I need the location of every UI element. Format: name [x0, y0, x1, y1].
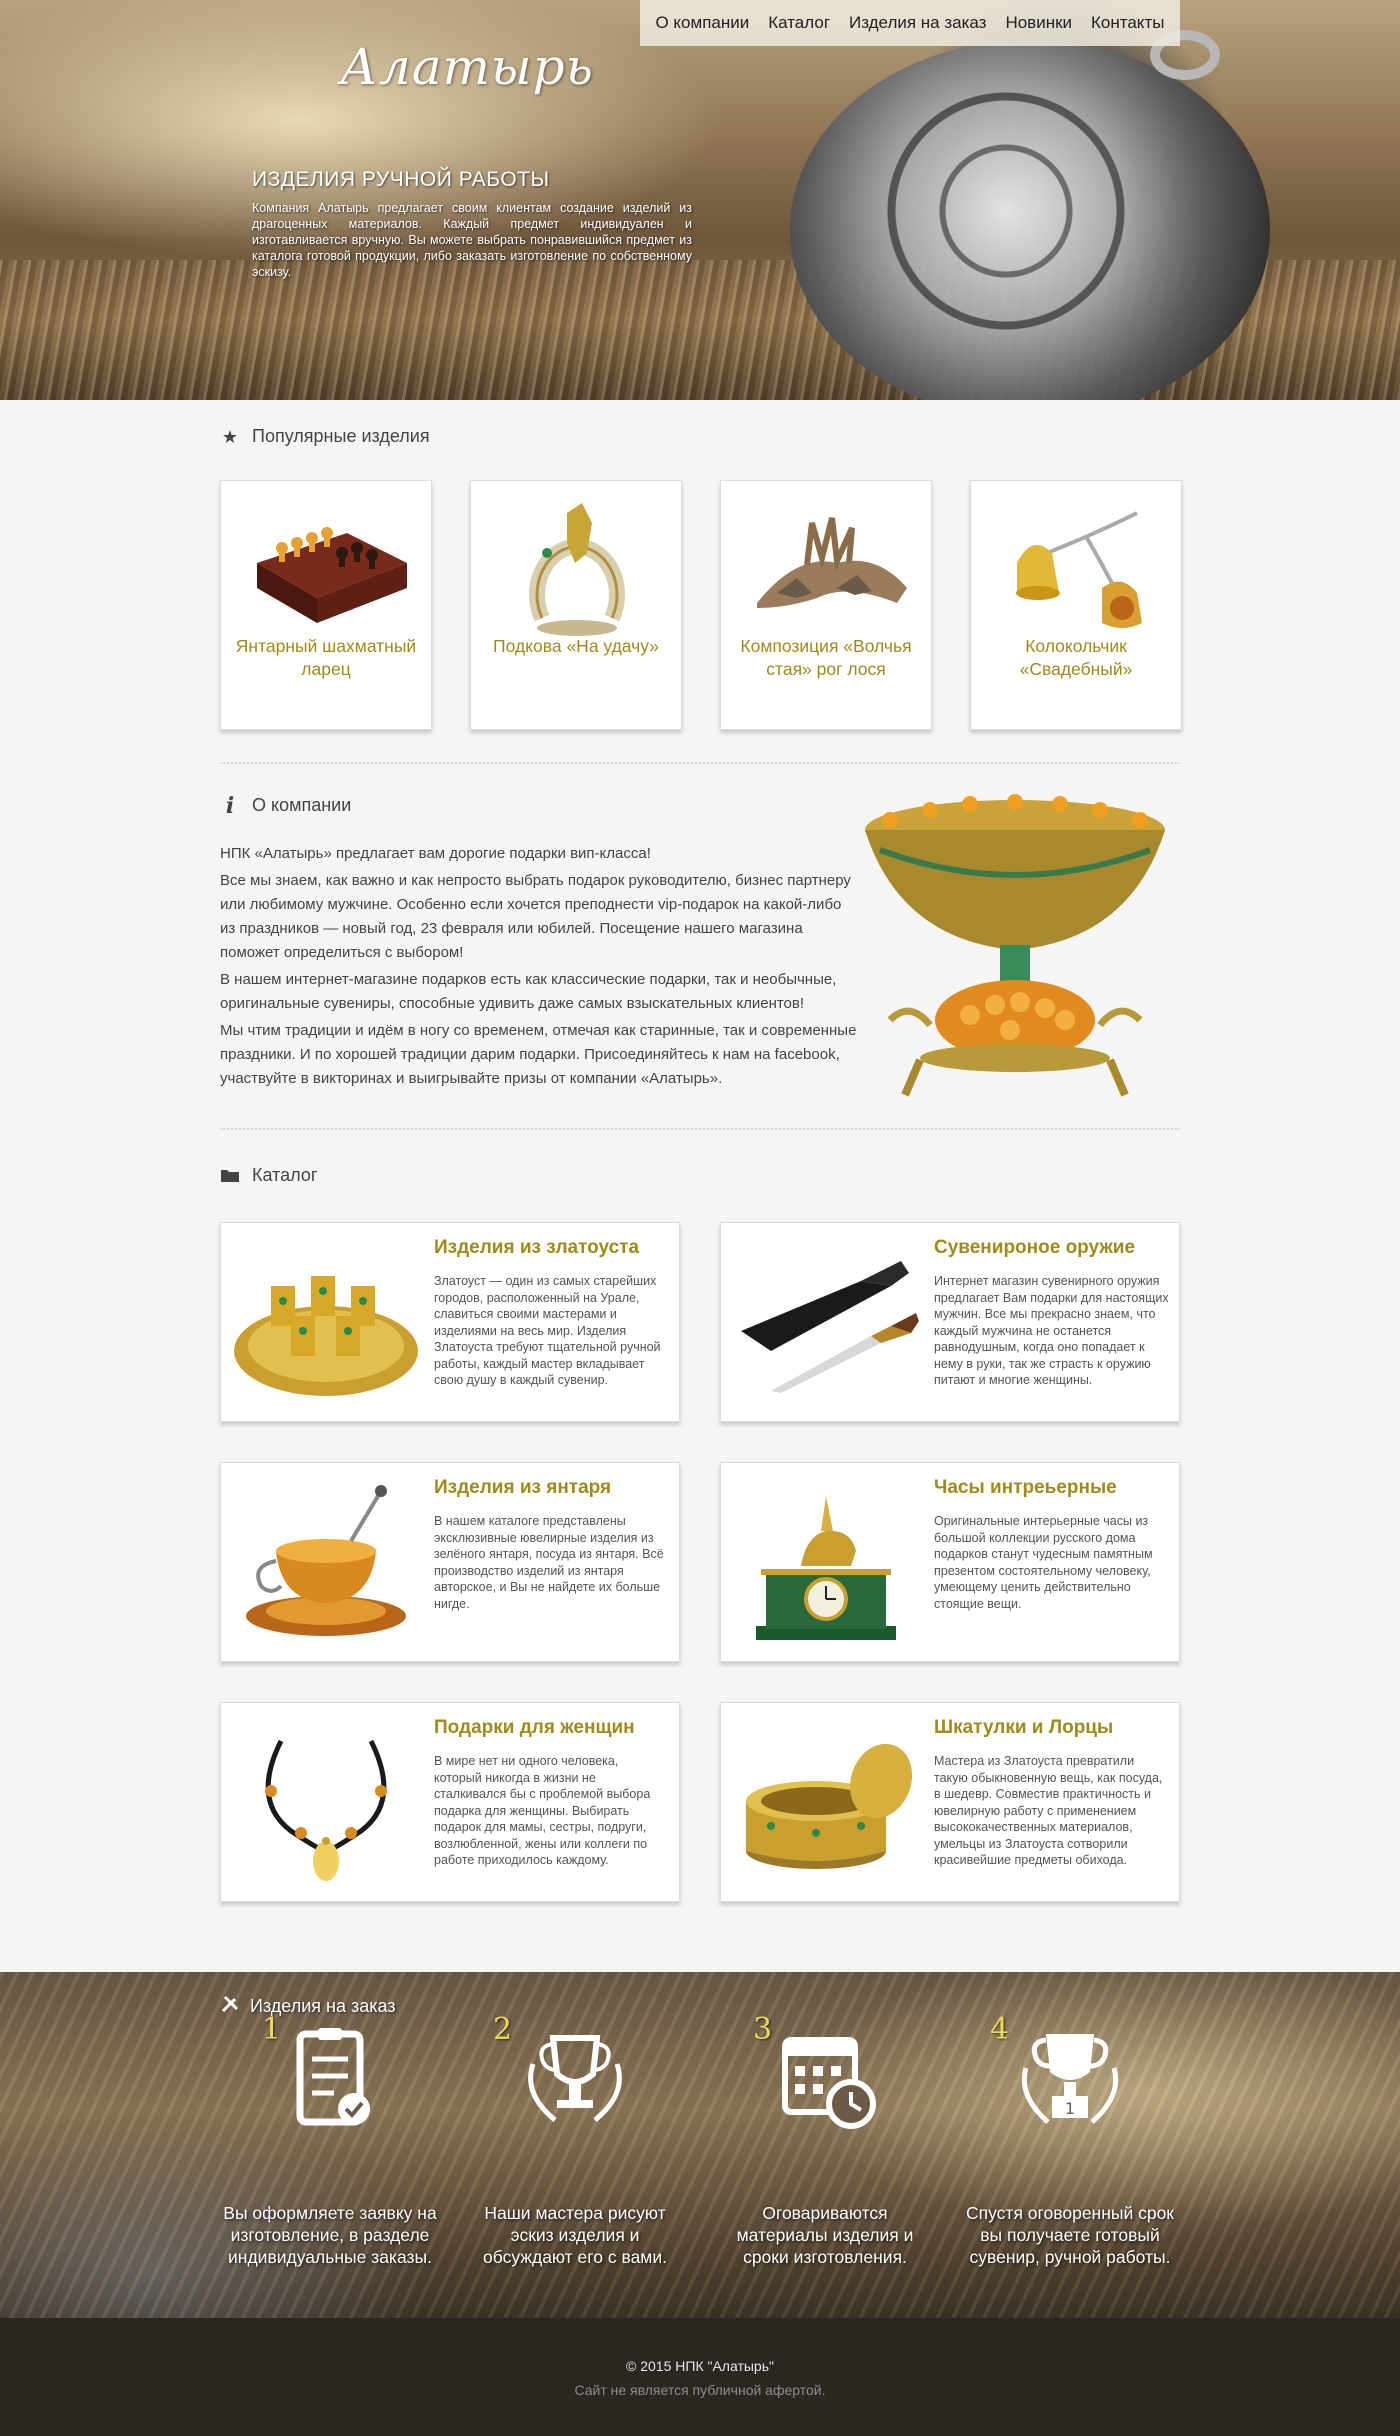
catalog-item-desc: В нашем каталоге представлены эксклюзивн… — [434, 1514, 664, 1611]
step-number: 4 — [990, 2012, 1010, 2047]
site-logo[interactable]: Алатырь — [340, 38, 594, 96]
step-text: Наши мастера рисуют эскиз изделия и обсу… — [483, 2203, 667, 2267]
trophy-first-icon: 1 — [1021, 2034, 1119, 2124]
step-text: Вы оформляете заявку на изготовление, в … — [223, 2203, 437, 2267]
nav-contacts[interactable]: Контакты — [1091, 13, 1164, 33]
about-paragraph: НПК «Алатырь» предлагает вам дорогие под… — [220, 845, 651, 862]
trophy-laurel-icon — [528, 2035, 622, 2122]
jewel-box-image — [746, 1743, 913, 1869]
clipboard-check-icon — [296, 2028, 370, 2126]
nav-custom-orders[interactable]: Изделия на заказ — [849, 13, 986, 33]
catalog-item-title[interactable]: Сувенироное оружие — [934, 1237, 1135, 1259]
about-title: О компании — [252, 795, 352, 815]
custom-order-section: Изделия на заказ 1 Вы оформляете заявку … — [0, 1972, 1400, 2318]
info-icon: i — [225, 792, 235, 819]
wedding-bell-image — [1016, 511, 1142, 628]
antler-composition-image — [757, 517, 907, 608]
popular-item-label[interactable]: Янтарный шахматный ларец — [229, 635, 423, 681]
calendar-clock-icon — [782, 2037, 876, 2129]
section-divider — [220, 762, 1180, 764]
catalog-item[interactable]: Изделия из златоуста Златоуст — один из … — [220, 1222, 680, 1422]
footer: © 2015 НПК "Алатырь" Сайт не является пу… — [0, 2318, 1400, 2436]
order-background-texture — [0, 1972, 1400, 2318]
svg-text:1: 1 — [1065, 2099, 1075, 2118]
popular-item-label[interactable]: Колокольчик «Свадебный» — [979, 635, 1173, 681]
catalog-item[interactable]: Шкатулки и Лорцы Мастера из Златоуста пр… — [720, 1702, 1180, 1902]
folder-icon — [220, 1166, 240, 1186]
footer-note: Сайт не является публичной афертой. — [574, 2382, 826, 2398]
popular-item[interactable]: Колокольчик «Свадебный» — [970, 480, 1182, 730]
hero-title: ИЗДЕЛИЯ РУЧНОЙ РАБОТЫ — [252, 168, 550, 191]
catalog-item[interactable]: Изделия из янтаря В нашем каталоге предс… — [220, 1462, 680, 1662]
amber-vase-image — [865, 794, 1165, 1097]
nav-new[interactable]: Новинки — [1005, 13, 1072, 33]
catalog-item-desc: Оригинальные интерьерные часы из большой… — [934, 1514, 1153, 1611]
step-text: Спустя оговоренный срок вы получаете гот… — [966, 2203, 1174, 2267]
tools-icon — [220, 1994, 240, 2019]
about-paragraph: В нашем интернет-магазине подарков есть … — [220, 971, 837, 1012]
hero-text: Компания Алатырь предлагает своим клиент… — [252, 201, 692, 279]
popular-item[interactable]: Подкова «На удачу» — [470, 480, 682, 730]
popular-item[interactable]: Композиция «Волчья стая» рог лося — [720, 480, 932, 730]
section-divider — [220, 1128, 1180, 1130]
catalog-item-title[interactable]: Подарки для женщин — [434, 1717, 635, 1739]
catalog-item-title[interactable]: Часы интреьерные — [934, 1477, 1117, 1499]
about-heading: i О компании — [220, 792, 352, 819]
horseshoe-image — [529, 503, 625, 636]
catalog-item[interactable]: Часы интреьерные Оригинальные интерьерны… — [720, 1462, 1180, 1662]
nav-about[interactable]: О компании — [655, 13, 749, 33]
chess-box-image — [257, 527, 407, 623]
about-paragraph: Все мы знаем, как важно и как непросто в… — [220, 872, 851, 961]
step-number: 2 — [493, 2012, 513, 2047]
amber-cup-image — [246, 1485, 406, 1636]
step-text: Оговариваются материалы изделия и сроки … — [736, 2203, 914, 2267]
popular-item-label[interactable]: Подкова «На удачу» — [479, 635, 673, 658]
about-text: НПК «Алатырь» предлагает вам дорогие под… — [220, 842, 860, 1094]
main-nav: О компании Каталог Изделия на заказ Нови… — [640, 0, 1180, 46]
souvenir-knife-image — [741, 1261, 919, 1393]
catalog-item-title[interactable]: Изделия из златоуста — [434, 1237, 639, 1259]
catalog-heading: Каталог — [220, 1165, 317, 1186]
popular-item[interactable]: Янтарный шахматный ларец — [220, 480, 432, 730]
interior-clock-image — [756, 1496, 896, 1640]
catalog-item-desc: Мастера из Златоуста превратили такую об… — [934, 1754, 1163, 1867]
popular-heading: ★ Популярные изделия — [220, 426, 430, 447]
zlatoust-goblets-image — [234, 1276, 418, 1396]
hero-banner: Алатырь О компании Каталог Изделия на за… — [0, 0, 1400, 400]
catalog-item-desc: Златоуст — один из самых старейших город… — [434, 1274, 661, 1387]
catalog-item-desc: В мире нет ни одного человека, который н… — [434, 1754, 651, 1867]
hero-locket-image — [790, 40, 1270, 400]
popular-title: Популярные изделия — [252, 426, 430, 446]
amber-necklace-image — [265, 1739, 387, 1881]
catalog-item-title[interactable]: Шкатулки и Лорцы — [934, 1717, 1113, 1739]
catalog-item[interactable]: Подарки для женщин В мире нет ни одного … — [220, 1702, 680, 1902]
popular-item-label[interactable]: Композиция «Волчья стая» рог лося — [729, 635, 923, 681]
nav-catalog[interactable]: Каталог — [768, 13, 830, 33]
star-icon: ★ — [221, 426, 239, 447]
catalog-title: Каталог — [252, 1165, 318, 1185]
catalog-item-desc: Интернет магазин сувенирного оружия пред… — [934, 1274, 1169, 1387]
catalog-item[interactable]: Сувенироное оружие Интернет магазин суве… — [720, 1222, 1180, 1422]
footer-copyright: © 2015 НПК "Алатырь" — [626, 2358, 774, 2374]
about-paragraph: Мы чтим традиции и идём в ногу со времен… — [220, 1022, 857, 1087]
catalog-item-title[interactable]: Изделия из янтаря — [434, 1477, 611, 1499]
order-heading: Изделия на заказ — [220, 1994, 396, 2019]
